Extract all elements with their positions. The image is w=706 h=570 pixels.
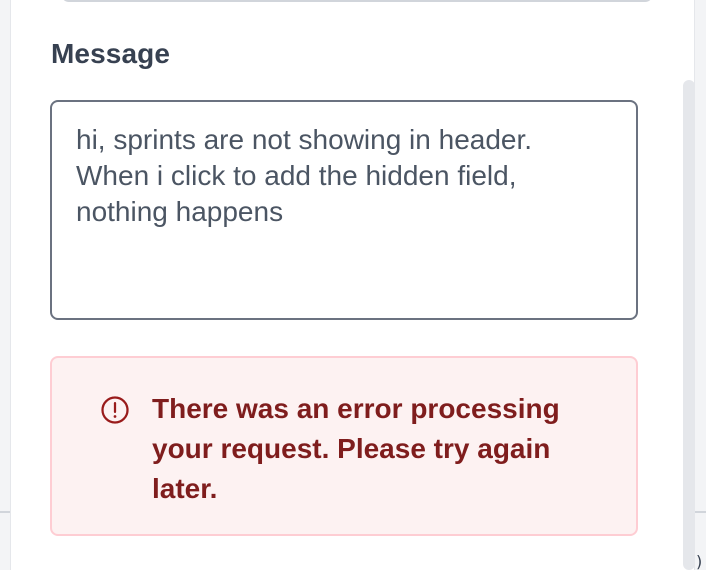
error-message: There was an error processing your reque… xyxy=(152,393,560,504)
message-label: Message xyxy=(51,38,170,69)
form-screen: Message There was an error processing yo… xyxy=(0,0,706,570)
cut-off-glyph: ) xyxy=(696,552,703,570)
form-panel: Message There was an error processing yo… xyxy=(11,0,695,570)
previous-field-edge xyxy=(61,0,653,2)
exclamation-circle-icon xyxy=(101,396,129,424)
vertical-scrollbar[interactable] xyxy=(683,80,695,570)
right-divider xyxy=(694,511,706,513)
message-textarea[interactable] xyxy=(50,100,638,320)
error-alert: There was an error processing your reque… xyxy=(50,356,638,536)
left-divider xyxy=(0,511,11,513)
